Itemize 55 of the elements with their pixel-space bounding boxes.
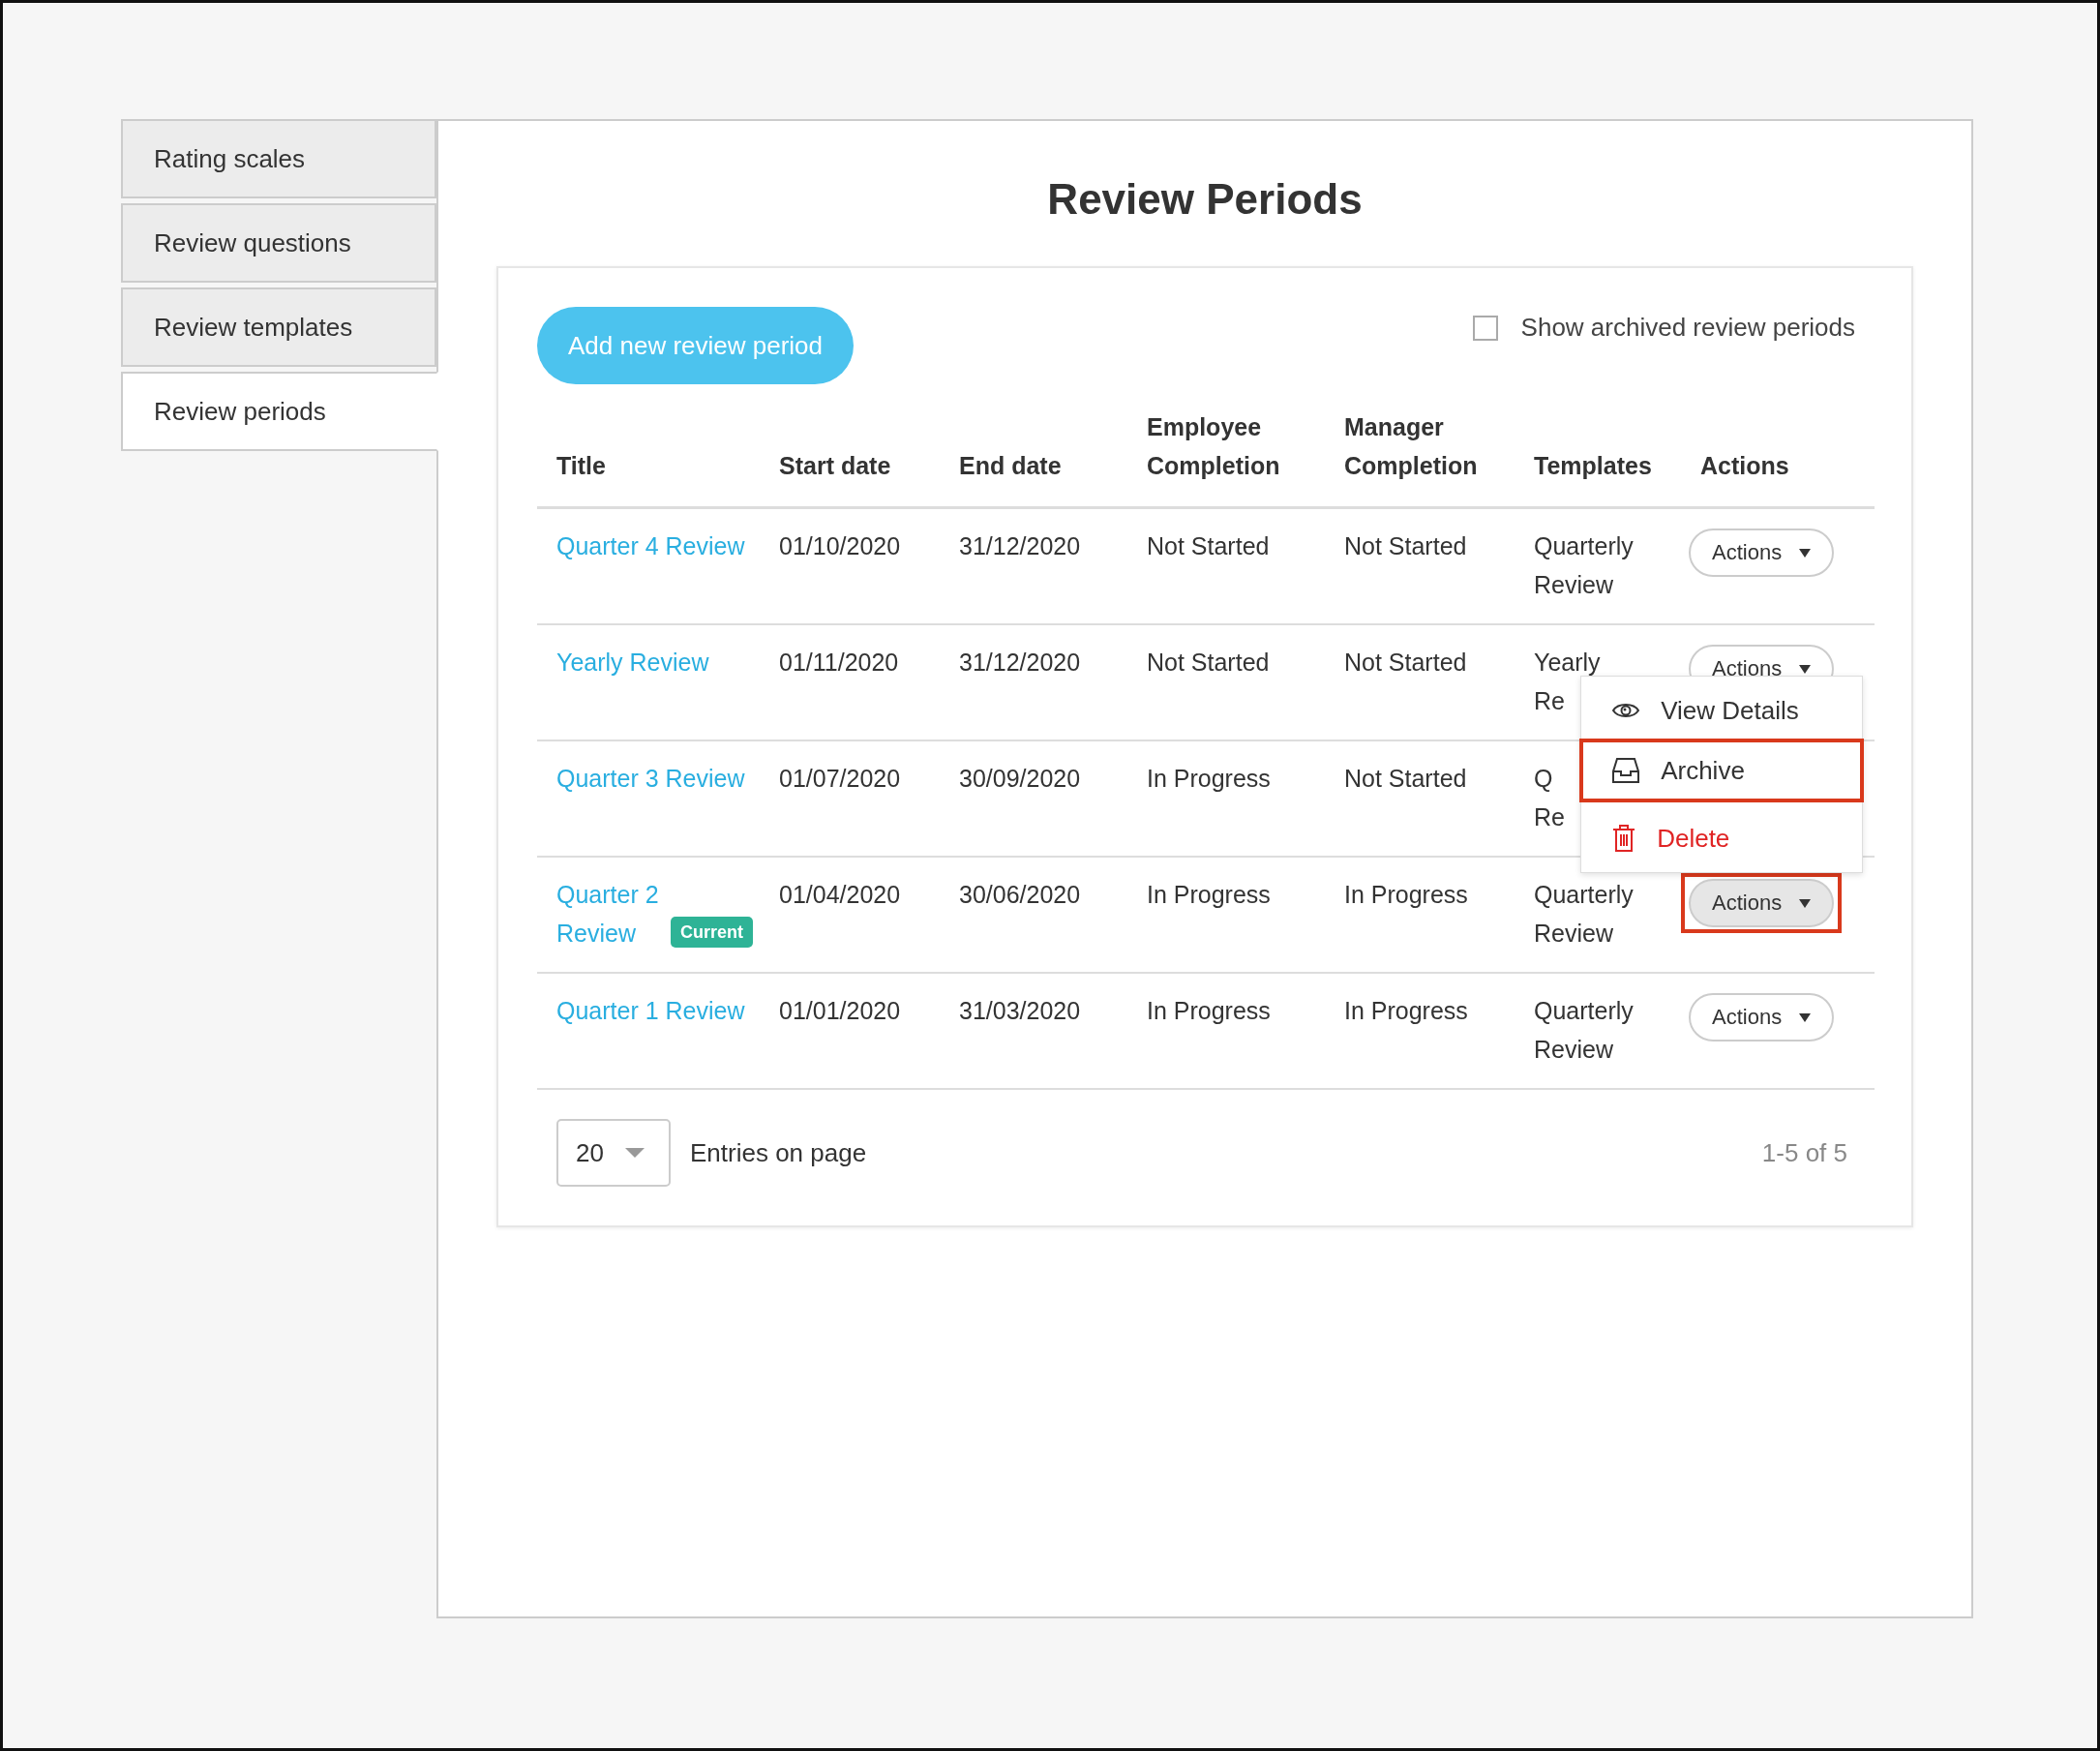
current-badge: Current: [671, 917, 753, 948]
trash-icon: [1612, 825, 1636, 852]
eye-icon: [1612, 702, 1640, 719]
actions-button[interactable]: Actions: [1689, 993, 1835, 1042]
table-cell-text: Q Re: [1534, 764, 1565, 832]
table-cell: 31/12/2020: [959, 649, 1081, 676]
caret-icon: [624, 1148, 645, 1158]
column-header: Templates: [1534, 452, 1652, 479]
table-cell: In Progress: [1147, 765, 1271, 792]
table-cell: Not Started: [1344, 765, 1467, 792]
caret-icon: [1799, 1012, 1812, 1022]
table-cell: Not Started: [1344, 649, 1467, 676]
tray-icon: [1612, 758, 1640, 783]
entries-label: Entries on page: [690, 1137, 867, 1168]
caret-icon: [1799, 664, 1812, 674]
actions-button[interactable]: Actions: [1689, 528, 1835, 577]
caret-icon: [1799, 548, 1812, 558]
table-cell: In Progress: [1147, 881, 1271, 908]
table-cell: 01/10/2020: [779, 532, 901, 559]
table-cell: Not Started: [1147, 532, 1270, 559]
column-header: Actions: [1700, 452, 1789, 479]
table-cell: 01/04/2020: [779, 881, 901, 908]
table-cell: 30/06/2020: [959, 881, 1081, 908]
table-cell: 31/12/2020: [959, 532, 1081, 559]
table-cell: 31/03/2020: [959, 997, 1081, 1024]
column-header: Start date: [779, 452, 891, 479]
sidebar-tab[interactable]: Rating scales: [121, 119, 436, 198]
column-header: Title: [556, 452, 606, 479]
column-header: Employee Completion: [1147, 413, 1280, 479]
page-title: Review Periods: [1046, 175, 1364, 224]
menu-item[interactable]: Delete: [1579, 810, 1865, 866]
table-cell: In Progress: [1344, 997, 1468, 1024]
page-range: 1-5 of 5: [1761, 1137, 1847, 1168]
sidebar-tab[interactable]: Review questions: [121, 203, 436, 283]
table-cell: 01/11/2020: [779, 649, 899, 676]
table-cell-text: Quarterly Review: [1534, 996, 1634, 1065]
table-cell: In Progress: [1147, 997, 1271, 1024]
table-cell-text: Quarterly Review: [1534, 880, 1634, 949]
page-size-select[interactable]: 20: [556, 1119, 671, 1187]
checkbox[interactable]: [1472, 315, 1498, 341]
actions-button[interactable]: Actions: [1689, 879, 1835, 927]
caret-icon: [1799, 898, 1812, 908]
table-cell: 01/07/2020: [779, 765, 901, 792]
menu-item[interactable]: Archive: [1579, 739, 1865, 802]
column-header: End date: [959, 452, 1062, 479]
table-cell: Not Started: [1344, 532, 1467, 559]
column-header: Manager Completion: [1344, 413, 1478, 479]
table-cell: Not Started: [1147, 649, 1270, 676]
table-cell: 30/09/2020: [959, 765, 1081, 792]
sidebar-tab[interactable]: Review templates: [121, 287, 436, 367]
sidebar-tab[interactable]: Review periods: [121, 372, 438, 451]
checkbox-label: Show archived review periods: [1520, 313, 1855, 343]
table-cell-text: Quarterly Review: [1534, 531, 1634, 600]
table-cell: 01/01/2020: [779, 997, 901, 1024]
table-cell: In Progress: [1344, 881, 1468, 908]
